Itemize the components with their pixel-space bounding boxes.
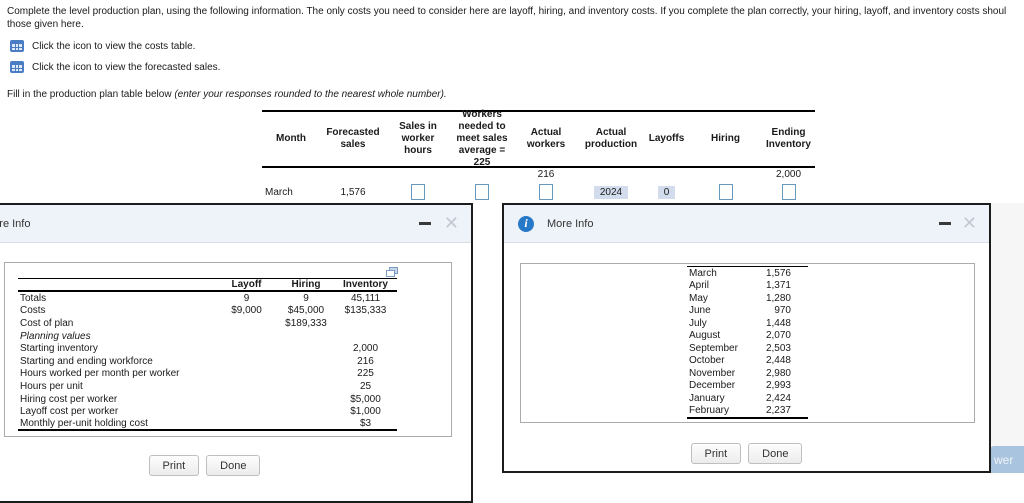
- hiring-input[interactable]: [718, 184, 733, 200]
- forecast-popup-title: More Info: [547, 217, 594, 230]
- instruction-line-1: Complete the level production plan, usin…: [7, 6, 1007, 17]
- forecast-table: March 1,576 April 1,371 May 1,280 June 970 J…: [687, 266, 808, 419]
- costs-popup-title: More Info: [0, 217, 31, 230]
- table-row: September 2,503: [689, 342, 791, 354]
- minimize-icon[interactable]: [939, 222, 951, 225]
- ending-inventory-given: 2,000: [775, 169, 802, 180]
- col-actual-production: Actual production: [584, 127, 638, 150]
- table-row: December 2,993: [689, 380, 791, 392]
- forecast-popup-window: i More Info ✕ March 1,576 April 1,371 May 1…: [502, 203, 991, 473]
- table-row-march: March 1,576 2024 0: [262, 181, 815, 203]
- table-row: January 2,424: [689, 392, 791, 404]
- table-row: Layoff cost per worker $1,000: [20, 406, 381, 418]
- instruction-line-2: those given here.: [7, 19, 84, 30]
- col-layoffs: Layoffs: [648, 133, 685, 144]
- ending-inventory-input[interactable]: [781, 184, 796, 200]
- costs-link-label: Click the icon to view the costs table.: [32, 40, 196, 52]
- col-actual-workers: Actual workers: [526, 127, 566, 150]
- sales-worker-hours-input[interactable]: [411, 184, 425, 200]
- table-row: Hiring cost per worker $5,000: [20, 393, 381, 405]
- costs-popup-window: i More Info ✕ Layoff Hiring Inventory To…: [0, 203, 473, 503]
- sales-link-label: Click the icon to view the forecasted sa…: [32, 61, 221, 73]
- col-forecasted-sales: Forecasted sales: [326, 127, 380, 150]
- table-row: Hours per unit 25: [20, 380, 372, 392]
- forecasted-sales-link: Click the icon to view the forecasted sa…: [10, 61, 220, 73]
- col-month: Month: [276, 133, 306, 144]
- table-row: June 970: [689, 305, 791, 317]
- costs-table: Layoff Hiring Inventory Totals 9 9 45,11…: [18, 278, 397, 431]
- table-row: Totals 9 9 45,111: [20, 292, 381, 304]
- costs-popup-titlebar: i More Info ✕: [0, 205, 471, 243]
- month-label: March: [265, 186, 293, 198]
- table-row: Starting and ending workforce 216: [20, 355, 374, 367]
- col-hiring: Hiring: [711, 133, 740, 144]
- table-row: April 1,371: [689, 280, 791, 292]
- given-values-row: 216 2,000: [262, 169, 815, 181]
- table-row: Starting inventory 2,000: [20, 343, 379, 355]
- check-answer-button[interactable]: wer: [990, 446, 1024, 473]
- actual-workers-given: 216: [537, 169, 555, 180]
- table-row: February 2,237: [689, 405, 791, 417]
- table-row: Cost of plan $189,333: [20, 317, 327, 329]
- costs-table-panel: Layoff Hiring Inventory Totals 9 9 45,11…: [4, 262, 452, 437]
- production-table-header: Month Forecasted sales Sales in worker h…: [262, 109, 815, 168]
- workers-needed-input[interactable]: [475, 184, 489, 200]
- forecasted-sales-icon[interactable]: [10, 61, 24, 73]
- forecast-table-panel: March 1,576 April 1,371 May 1,280 June 970 J…: [520, 263, 975, 423]
- costs-table-link: Click the icon to view the costs table.: [10, 40, 195, 52]
- table-row: August 2,070: [689, 330, 791, 342]
- table-row: Planning values: [20, 330, 91, 342]
- close-icon[interactable]: ✕: [962, 214, 977, 232]
- page-margin: [991, 203, 1024, 473]
- table-row: November 2,980: [689, 367, 791, 379]
- layoffs-input[interactable]: 0: [657, 185, 676, 199]
- col-sales-worker-hours: Sales in worker hours: [399, 121, 437, 156]
- table-row: March 1,576: [689, 267, 791, 279]
- actual-workers-input[interactable]: [539, 184, 553, 200]
- minimize-icon[interactable]: [419, 222, 431, 225]
- costs-table-icon[interactable]: [10, 40, 24, 52]
- col-ending-inventory: Ending Inventory: [765, 127, 811, 150]
- col-workers-needed: Workers needed to meet sales average = 2…: [456, 109, 508, 168]
- popout-icon[interactable]: [386, 267, 398, 277]
- done-button[interactable]: Done: [748, 443, 803, 464]
- production-plan-table: Month Forecasted sales Sales in worker h…: [262, 109, 815, 203]
- table-row: Hours worked per month per worker 225: [20, 368, 374, 380]
- costs-table-header: Layoff Hiring Inventory: [18, 278, 397, 292]
- table-row: October 2,448: [689, 355, 791, 367]
- header-layoff: Layoff: [231, 279, 262, 290]
- close-icon[interactable]: ✕: [444, 214, 459, 232]
- table-row: Costs $9,000 $45,000 $135,333: [20, 305, 387, 317]
- table-row: Monthly per-unit holding cost $3: [18, 418, 397, 431]
- print-button[interactable]: Print: [690, 443, 742, 464]
- header-inventory: Inventory: [342, 279, 388, 290]
- table-row: July 1,448: [689, 317, 791, 329]
- table-row: May 1,280: [689, 292, 791, 304]
- forecast-popup-titlebar: i More Info ✕: [504, 205, 989, 243]
- fill-instruction: Fill in the production plan table below …: [7, 89, 447, 100]
- forecasted-sales-value: 1,576: [340, 186, 366, 198]
- header-hiring: Hiring: [291, 279, 321, 290]
- actual-production-input[interactable]: 2024: [593, 185, 629, 199]
- info-icon: i: [518, 215, 534, 232]
